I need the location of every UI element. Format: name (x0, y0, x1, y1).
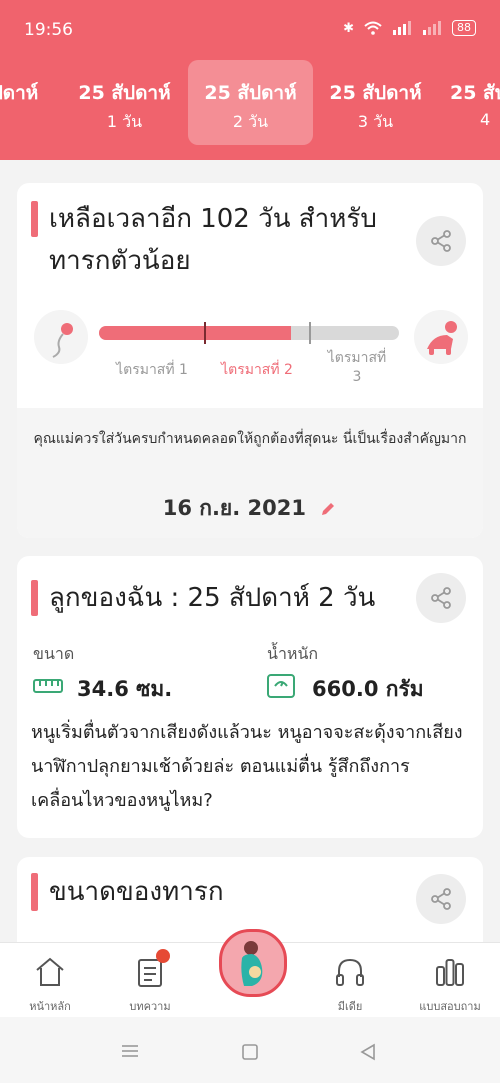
week-tab-day: 3 วัน (357, 112, 394, 131)
week-tab-label: 25 สัป (450, 82, 500, 104)
share-button[interactable] (416, 874, 466, 924)
nav-home-label: หน้าหลัก (29, 1000, 71, 1013)
weight-value: 660.0 กรัม (312, 677, 424, 701)
bottom-navigation: หน้าหลัก บทความ มีเดีย แบบสอบถาม (0, 929, 500, 1018)
edit-pencil-icon[interactable] (319, 500, 337, 518)
wifi-icon (364, 21, 382, 35)
nav-articles-label: บทความ (129, 1000, 171, 1013)
nav-home[interactable]: หน้าหลัก (0, 943, 100, 1018)
share-button[interactable] (416, 216, 466, 266)
bluetooth-icon: ✱ (343, 20, 354, 36)
baby-size-title: ขนาดของทารก (49, 877, 224, 907)
due-date-section: คุณแม่ควรใส่วันครบกำหนดคลอดให้ถูกต้องที่… (17, 408, 483, 538)
system-navigation-bar (0, 1017, 500, 1083)
baby-title: ลูกของฉัน : 25 สัปดาห์ 2 วัน (49, 583, 376, 613)
pregnant-mother-button[interactable] (219, 929, 287, 997)
scale-icon (267, 674, 295, 698)
due-date-value: 16 ก.ย. 2021 (162, 496, 306, 520)
trimester-1-label: ไตรมาสที่ 1 (116, 362, 188, 378)
nav-articles[interactable]: บทความ (100, 943, 200, 1018)
share-icon (431, 230, 451, 252)
card-accent (31, 201, 38, 237)
chart-icon (436, 959, 464, 986)
week-tab[interactable]: 25 สัปดาห์ 1 วัน (62, 60, 187, 145)
trimester-marker (204, 322, 206, 344)
progress-fill (99, 326, 291, 340)
notification-dot (156, 949, 170, 963)
card-accent (31, 580, 38, 616)
trimester-3-label: ไตรมาสที่ 3 (317, 347, 397, 385)
status-icons: ✱ 88 (343, 20, 476, 36)
status-time: 19:56 (24, 20, 73, 40)
nav-center[interactable] (200, 929, 300, 1018)
nav-media-label: มีเดีย (337, 1000, 363, 1013)
countdown-title-line2: ทารกตัวน้อย (49, 246, 191, 276)
nav-survey[interactable]: แบบสอบถาม (400, 943, 500, 1018)
home-square-icon[interactable] (241, 1043, 259, 1061)
due-date-hint: คุณแม่ควรใส่วันครบกำหนดคลอดให้ถูกต้องที่… (33, 431, 467, 447)
week-selector: ปดาห์ 25 สัปดาห์1 วัน 25 สัปดาห์2 วัน 25… (0, 60, 500, 150)
week-tab-day: 2 วัน (232, 112, 269, 131)
week-tab-label: 25 สัปดาห์ (204, 82, 297, 104)
baby-crawling-icon (414, 310, 468, 364)
weight-label: น้ำหนัก (267, 644, 319, 663)
countdown-title-line1: เหลือเวลาอีก 102 วัน สำหรับ (49, 204, 377, 234)
share-icon (431, 587, 451, 609)
due-date-row[interactable]: 16 ก.ย. 2021 (17, 492, 483, 525)
week-tab-day: 4 (480, 110, 491, 129)
trimester-3-label-line1: ไตรมาสที่ (327, 350, 387, 366)
trimester-progress-bar (99, 326, 399, 340)
card-accent (31, 873, 38, 911)
countdown-title: เหลือเวลาอีก 102 วัน สำหรับ ทารกตัวน้อย (49, 198, 377, 282)
ruler-icon (33, 679, 63, 693)
share-icon (431, 888, 451, 910)
week-tab[interactable]: 25 สัป 4 (438, 60, 500, 145)
share-button[interactable] (416, 573, 466, 623)
back-icon[interactable] (358, 1042, 378, 1062)
baby-description: หนูเริ่มตื่นตัวจากเสียงดังแล้วนะ หนูอาจจ… (31, 722, 463, 811)
headphones-icon (336, 958, 364, 986)
recent-apps-icon[interactable] (120, 1043, 140, 1059)
sperm-icon (34, 310, 88, 364)
signal-icon (393, 21, 411, 35)
week-tab-selected[interactable]: 25 สัปดาห์ 2 วัน (188, 60, 313, 145)
nav-survey-label: แบบสอบถาม (419, 1000, 481, 1013)
baby-info-card: ลูกของฉัน : 25 สัปดาห์ 2 วัน ขนาด 34.6 ซ… (17, 556, 483, 838)
signal-2-icon (423, 21, 441, 35)
trimester-3-label-line2: 3 (352, 369, 362, 385)
app-header: 19:56 ✱ 88 ปดาห์ 25 สัปดาห์1 วัน 25 สัปด… (0, 0, 500, 160)
home-icon (36, 957, 64, 986)
week-tab[interactable]: 25 สัปดาห์ 3 วัน (313, 60, 438, 145)
size-label: ขนาด (33, 644, 75, 663)
pregnant-mother-icon (241, 941, 263, 986)
trimester-marker (309, 322, 311, 344)
countdown-card: เหลือเวลาอีก 102 วัน สำหรับ ทารกตัวน้อย … (17, 183, 483, 538)
status-bar: 19:56 ✱ 88 (0, 0, 500, 60)
nav-media[interactable]: มีเดีย (300, 943, 400, 1018)
week-tab-day: 1 วัน (106, 112, 143, 131)
week-tab-label: 25 สัปดาห์ (78, 82, 171, 104)
battery-icon: 88 (452, 20, 476, 36)
week-tab-label: 25 สัปดาห์ (329, 82, 422, 104)
trimester-2-label: ไตรมาสที่ 2 (221, 362, 293, 378)
size-value: 34.6 ซม. (77, 677, 173, 701)
